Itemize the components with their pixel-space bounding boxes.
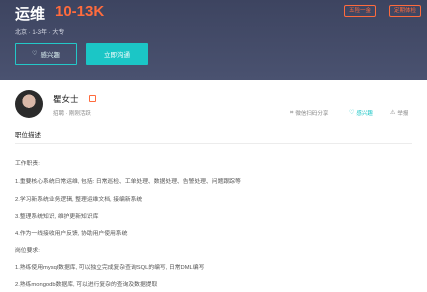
chat-button[interactable]: 立即沟通: [86, 43, 148, 65]
job-header: 运维 10-13K 北京 · 1-3年 · 大专 五险一金 定期体检 ♡ 感兴趣…: [0, 0, 427, 80]
interest-small-button[interactable]: ♡ 感兴趣: [349, 109, 373, 117]
description-line: 工作职责:: [15, 161, 40, 167]
description-line: 2.熟练mongodb数据库, 可以进行复杂的查询及数据提取: [15, 282, 158, 288]
description-line: 2.学习新系统业务逻辑, 整理运维文档, 接编新系统: [15, 197, 143, 203]
heart-icon: ♡: [32, 51, 38, 57]
warning-icon: ⚠: [390, 110, 396, 116]
interest-button[interactable]: ♡ 感兴趣: [15, 43, 77, 65]
section-title: 职位描述: [15, 132, 41, 139]
wechat-share-label: 微信扫码分享: [295, 111, 329, 117]
report-label: 举报: [397, 111, 409, 117]
qr-icon: ⌗: [290, 110, 294, 116]
divider: [15, 143, 412, 144]
description-line: 1.重要核心系统日常运维, 包括: 日常巡检、工单处理、数据处理、告警处理、问题…: [15, 179, 241, 185]
benefit-tag: 五险一金: [344, 5, 377, 17]
wechat-share-button[interactable]: ⌗ 微信扫码分享: [290, 109, 328, 117]
job-salary: 10-13K: [55, 3, 105, 20]
report-button[interactable]: ⚠ 举报: [390, 109, 408, 117]
avatar[interactable]: [15, 90, 43, 118]
recruiter-subtitle: 招聘 · 刚刚活跃: [53, 111, 91, 117]
job-title: 运维: [15, 6, 46, 23]
benefit-tag: 定期体检: [389, 5, 422, 17]
description-line: 3.整理系统知识, 维护更新知识库: [15, 214, 99, 220]
description-line: 4.作为一线接收用户反馈, 协助用户使用系统: [15, 231, 128, 237]
description-line: 岗位要求:: [15, 248, 40, 254]
interest-small-label: 感兴趣: [356, 111, 373, 117]
description-line: 1.熟练使用mysql数据库, 可以独立完成复杂查询SQL的编写, 日常DML编…: [15, 265, 205, 271]
job-meta: 北京 · 1-3年 · 大专: [15, 30, 65, 36]
interest-button-label: 感兴趣: [40, 52, 60, 59]
recruiter-name: 瞿女士: [53, 94, 79, 104]
heart-icon: ♡: [349, 110, 355, 116]
verified-badge-icon: [89, 95, 96, 102]
